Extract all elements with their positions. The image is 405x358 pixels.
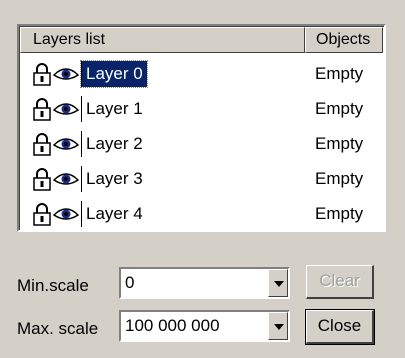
layer-name[interactable]: Layer 4 — [81, 200, 147, 227]
column-header-objects[interactable]: Objects — [305, 27, 383, 53]
min-scale-combo[interactable]: 0 — [119, 267, 290, 299]
padlock-icon[interactable] — [33, 62, 51, 86]
column-header-layers[interactable]: Layers list — [20, 27, 305, 53]
padlock-icon[interactable] — [33, 132, 51, 156]
padlock-icon[interactable] — [33, 167, 51, 191]
min-scale-value[interactable]: 0 — [125, 272, 134, 294]
clear-button[interactable]: Clear — [306, 265, 374, 299]
eye-icon[interactable] — [52, 135, 80, 153]
max-scale-combo[interactable]: 100 000 000 — [119, 310, 290, 342]
max-scale-dropdown-button[interactable] — [268, 312, 288, 340]
layer-objects: Empty — [315, 63, 364, 83]
layers-list[interactable]: Layers list Objects Layer 0 Empty Layer … — [17, 24, 386, 232]
layer-row[interactable]: Layer 0 Empty — [21, 56, 382, 91]
layer-objects: Empty — [315, 98, 364, 118]
eye-icon[interactable] — [52, 100, 80, 118]
layer-objects: Empty — [315, 168, 364, 188]
eye-icon[interactable] — [52, 65, 80, 83]
chevron-down-icon — [274, 324, 284, 330]
layer-objects: Empty — [315, 133, 364, 153]
eye-icon[interactable] — [52, 205, 80, 223]
min-scale-dropdown-button[interactable] — [268, 269, 288, 297]
list-header: Layers list Objects — [20, 27, 383, 53]
layer-rows: Layer 0 Empty Layer 1 Empty Layer 2 Empt… — [21, 56, 382, 231]
layer-row[interactable]: Layer 3 Empty — [21, 161, 382, 196]
max-scale-value[interactable]: 100 000 000 — [125, 315, 220, 337]
chevron-down-icon — [274, 281, 284, 287]
layer-name[interactable]: Layer 3 — [81, 165, 147, 192]
min-scale-label: Min.scale — [17, 276, 89, 295]
layer-name[interactable]: Layer 0 — [80, 59, 148, 88]
eye-icon[interactable] — [52, 170, 80, 188]
layer-row[interactable]: Layer 4 Empty — [21, 196, 382, 231]
layer-row[interactable]: Layer 2 Empty — [21, 126, 382, 161]
layer-row[interactable]: Layer 1 Empty — [21, 91, 382, 126]
max-scale-label: Max. scale — [17, 319, 99, 338]
layer-name[interactable]: Layer 2 — [81, 130, 147, 157]
layer-name[interactable]: Layer 1 — [81, 95, 147, 122]
padlock-icon[interactable] — [33, 97, 51, 121]
close-button[interactable]: Close — [305, 309, 375, 345]
padlock-icon[interactable] — [33, 202, 51, 226]
layer-objects: Empty — [315, 203, 364, 223]
